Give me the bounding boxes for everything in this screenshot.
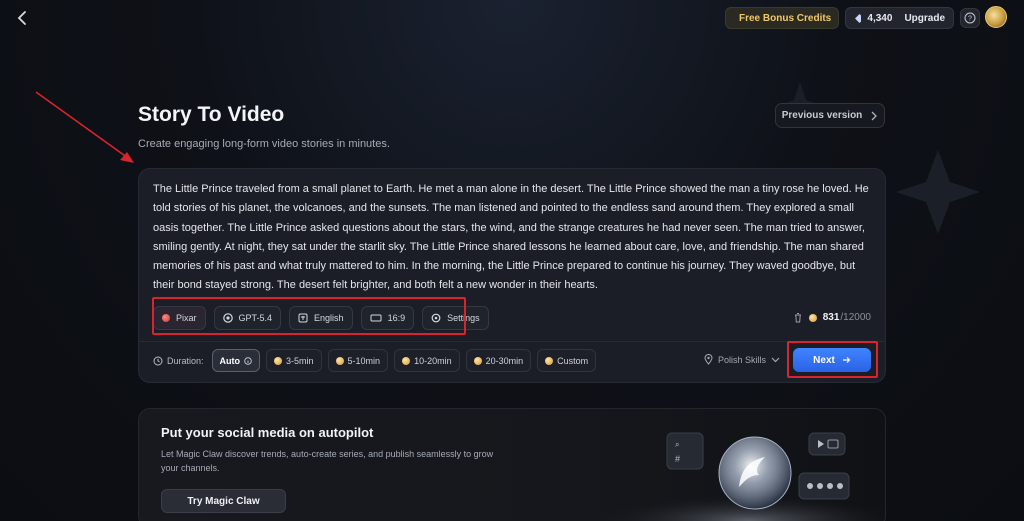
avatar[interactable] <box>985 6 1007 28</box>
credits-value: 4,340 <box>867 12 893 24</box>
top-bar: Free Bonus Credits 4,340 Upgrade ? <box>0 0 1024 36</box>
diamond-icon <box>855 13 862 23</box>
svg-text:⌕: ⌕ <box>675 440 679 449</box>
credit-coin-icon <box>473 356 482 365</box>
svg-text:?: ? <box>968 16 972 23</box>
page-subtitle: Create engaging long-form video stories … <box>138 138 390 150</box>
credit-coin-icon <box>335 356 344 365</box>
annotation-highlight-next <box>787 341 878 378</box>
duration-label-group: Duration: <box>153 356 204 366</box>
page-title: Story To Video <box>138 103 285 126</box>
duration-3-5min[interactable]: 3-5min <box>266 349 322 372</box>
previous-version-button[interactable]: Previous version <box>775 103 885 128</box>
credits-upgrade-button[interactable]: 4,340 Upgrade <box>845 7 954 29</box>
bonus-label: Free Bonus Credits <box>739 12 832 24</box>
previous-version-label: Previous version <box>781 110 863 121</box>
duration-custom[interactable]: Custom <box>537 349 597 372</box>
character-count: 831/12000 <box>793 312 871 323</box>
promo-title: Put your social media on autopilot <box>161 425 374 440</box>
search-card: ⌕ # <box>666 432 704 470</box>
duration-3-5min-label: 3-5min <box>286 355 314 366</box>
duration-label: Duration: <box>167 355 204 366</box>
chevron-down-icon <box>771 357 780 362</box>
promo-description: Let Magic Claw discover trends, auto-cre… <box>161 449 494 473</box>
duration-auto-label: Auto <box>219 355 241 366</box>
duration-row: Duration: Auto 3-5min 5-10min 10-20min 2… <box>153 349 597 372</box>
question-icon: ? <box>964 12 976 24</box>
duration-auto[interactable]: Auto <box>211 349 261 372</box>
sparkle-star-large-icon <box>896 150 980 234</box>
back-button[interactable] <box>14 9 32 27</box>
info-icon <box>244 356 252 365</box>
credit-coin-icon <box>545 356 554 365</box>
duration-10-20min-label: 10-20min <box>414 355 452 366</box>
clock-icon <box>153 356 163 365</box>
char-used: 831 <box>822 312 840 323</box>
credit-coin-icon <box>274 356 283 365</box>
magic-claw-promo-card: Put your social media on autopilot Let M… <box>138 408 886 521</box>
chevron-left-icon <box>17 11 26 25</box>
svg-text:#: # <box>675 454 680 464</box>
duration-5-10min[interactable]: 5-10min <box>327 349 389 372</box>
help-button[interactable]: ? <box>960 8 980 28</box>
duration-custom-label: Custom <box>557 355 589 366</box>
video-card <box>808 432 846 456</box>
try-magic-claw-button[interactable]: Try Magic Claw <box>161 489 286 513</box>
story-input[interactable]: The Little Prince traveled from a small … <box>153 180 873 296</box>
chevron-right-icon <box>871 111 878 120</box>
duration-20-30min[interactable]: 20-30min <box>465 349 532 372</box>
credit-coin-icon <box>808 313 817 322</box>
upgrade-label: Upgrade <box>904 12 945 24</box>
duration-5-10min-label: 5-10min <box>347 355 381 366</box>
free-bonus-credits-button[interactable]: Free Bonus Credits <box>725 7 839 29</box>
polish-skills-label: Polish Skills <box>718 354 767 365</box>
story-editor-card: The Little Prince traveled from a small … <box>138 168 886 383</box>
location-pin-icon <box>704 354 713 365</box>
annotation-highlight-options <box>152 297 466 335</box>
duration-20-30min-label: 20-30min <box>485 355 524 366</box>
credit-coin-icon <box>402 356 411 365</box>
annotation-arrow <box>35 91 134 163</box>
duration-10-20min[interactable]: 10-20min <box>394 349 460 372</box>
trash-icon[interactable] <box>793 312 803 323</box>
divider <box>139 341 885 342</box>
char-max: /12000 <box>840 312 871 323</box>
social-card <box>798 472 850 500</box>
magic-claw-illustration: ⌕ # <box>599 432 885 521</box>
polish-skills-dropdown[interactable]: Polish Skills <box>704 354 780 365</box>
